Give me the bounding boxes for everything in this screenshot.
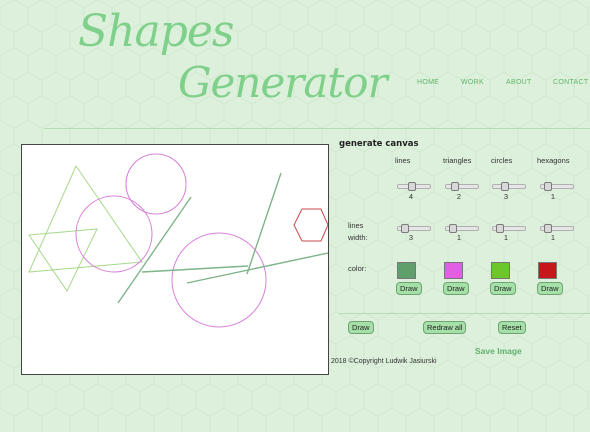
circles-color-swatch[interactable]: [491, 262, 510, 279]
slider-thumb[interactable]: [501, 182, 509, 191]
shape-triangle: [28, 164, 143, 273]
width-label-lines: lines: [348, 221, 364, 230]
col-triangles: triangles: [443, 156, 472, 165]
slider-thumb[interactable]: [496, 224, 504, 233]
width-label-width: width:: [348, 233, 368, 242]
nav-contact[interactable]: CONTACT: [553, 79, 588, 86]
logo-generator[interactable]: Generator: [178, 58, 388, 107]
shape-circle: [171, 232, 267, 328]
lines-width-value: 3: [408, 233, 414, 242]
triangles-count-slider[interactable]: [445, 182, 479, 191]
color-label: color:: [348, 264, 367, 273]
save-image-link[interactable]: Save Image: [475, 346, 522, 356]
panel-divider: [339, 313, 590, 314]
circles-width-slider[interactable]: [492, 224, 526, 233]
circles-count-value: 3: [503, 192, 509, 201]
slider-thumb[interactable]: [401, 224, 409, 233]
header-divider: [44, 128, 590, 129]
hexagons-width-value: 1: [550, 233, 556, 242]
lines-color-swatch[interactable]: [397, 262, 416, 279]
canvas-shapes: [28, 153, 329, 328]
col-circles: circles: [491, 156, 513, 165]
shape-circle: [125, 153, 187, 215]
nav-work[interactable]: WORK: [461, 79, 484, 86]
shape-line: [246, 172, 282, 275]
nav-about[interactable]: ABOUT: [506, 79, 532, 86]
shape-circle: [75, 195, 153, 273]
redraw-all-button[interactable]: Redraw all: [423, 321, 467, 334]
logo-shapes[interactable]: Shapes: [78, 6, 234, 57]
slider-thumb[interactable]: [451, 182, 459, 191]
draw-circles-button[interactable]: Draw: [490, 282, 516, 295]
hexagons-count-value: 1: [550, 192, 556, 201]
reset-button[interactable]: Reset: [498, 321, 526, 334]
triangles-width-slider[interactable]: [445, 224, 479, 233]
lines-width-slider[interactable]: [397, 224, 431, 233]
draw-hexagons-button[interactable]: Draw: [537, 282, 563, 295]
draw-lines-button[interactable]: Draw: [396, 282, 422, 295]
shape-line: [117, 196, 192, 304]
slider-thumb[interactable]: [408, 182, 416, 191]
shape-hexagon: [293, 208, 329, 242]
lines-count-value: 4: [408, 192, 414, 201]
col-lines: lines: [395, 156, 411, 165]
slider-thumb[interactable]: [544, 182, 552, 191]
nav-home[interactable]: HOME: [417, 79, 439, 86]
col-hexagons: hexagons: [537, 156, 570, 165]
draw-triangles-button[interactable]: Draw: [443, 282, 469, 295]
drawing-canvas[interactable]: [21, 144, 329, 375]
triangles-width-value: 1: [456, 233, 462, 242]
hexagons-count-slider[interactable]: [540, 182, 574, 191]
hexagons-color-swatch[interactable]: [538, 262, 557, 279]
slider-thumb[interactable]: [544, 224, 552, 233]
draw-all-button[interactable]: Draw: [348, 321, 374, 334]
slider-thumb[interactable]: [449, 224, 457, 233]
triangles-color-swatch[interactable]: [444, 262, 463, 279]
panel-title: generate canvas: [339, 139, 419, 149]
shape-line: [141, 265, 249, 273]
triangles-count-value: 2: [456, 192, 462, 201]
circles-width-value: 1: [503, 233, 509, 242]
hexagons-width-slider[interactable]: [540, 224, 574, 233]
circles-count-slider[interactable]: [492, 182, 526, 191]
lines-count-slider[interactable]: [397, 182, 431, 191]
copyright-text: 2018 ©Copyright Ludwik Jasiurski: [331, 358, 437, 365]
